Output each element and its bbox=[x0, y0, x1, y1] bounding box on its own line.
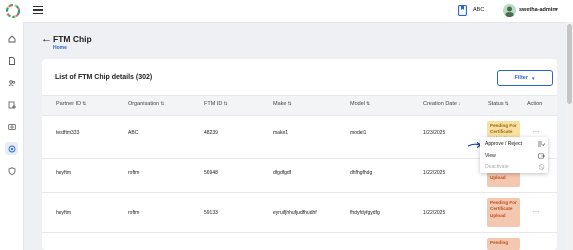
cell-organisation: ABC bbox=[128, 130, 139, 136]
row-divider bbox=[42, 232, 557, 233]
row-action-menu-button[interactable]: ... bbox=[533, 208, 540, 214]
cell-partner-id: testftm333 bbox=[56, 130, 80, 136]
top-bar: ABC swetha-admin ▼ bbox=[0, 0, 573, 23]
deactivate-icon[interactable] bbox=[538, 164, 545, 170]
column-header-organisation[interactable]: Organisation⇅ bbox=[128, 101, 164, 107]
user-menu-caret-icon[interactable]: ▼ bbox=[554, 7, 559, 13]
cell-organisation: roftm bbox=[128, 170, 140, 176]
sort-icon[interactable]: ⇅ bbox=[82, 101, 86, 107]
cell-make: eyruifjhhufjudfhudhf bbox=[273, 210, 317, 216]
sidebar bbox=[0, 22, 24, 250]
view-icon[interactable] bbox=[538, 153, 545, 159]
user-avatar[interactable] bbox=[503, 4, 516, 17]
page-title: FTM Chip bbox=[53, 34, 92, 44]
sidebar-item-ftm[interactable] bbox=[5, 142, 18, 155]
certificate-icon bbox=[8, 101, 16, 109]
table-header bbox=[42, 95, 557, 116]
cell-organisation: roftm bbox=[128, 210, 140, 216]
sidebar-item-devices[interactable] bbox=[5, 120, 18, 133]
hamburger-menu-icon[interactable] bbox=[33, 6, 43, 14]
cell-creation-date: 1/23/2025 bbox=[423, 130, 446, 136]
cell-ftm-id: 48239 bbox=[204, 130, 218, 136]
status-badge: Pending For Certificate Upload bbox=[487, 198, 520, 227]
document-icon bbox=[8, 56, 15, 65]
sidebar-item-users[interactable] bbox=[5, 76, 18, 89]
cell-ftm-id: 59133 bbox=[204, 210, 218, 216]
sidebar-item-policies[interactable] bbox=[5, 54, 18, 67]
organisation-name: ABC bbox=[473, 7, 485, 13]
users-icon bbox=[7, 79, 15, 86]
column-header-ftm-id[interactable]: FTM ID⇅ bbox=[204, 101, 228, 107]
column-header-action: Action bbox=[527, 101, 543, 107]
cell-model: fhdyfdyfgydfg bbox=[350, 210, 380, 216]
column-header-status[interactable]: Status⇅ bbox=[488, 101, 509, 107]
sort-icon[interactable]: ⇅ bbox=[287, 101, 291, 107]
sidebar-item-security[interactable] bbox=[5, 164, 18, 177]
cell-make: make1 bbox=[273, 130, 289, 136]
organisation-icon bbox=[458, 5, 467, 16]
username[interactable]: swetha-admin bbox=[519, 7, 556, 13]
filter-button[interactable]: Filter ▼ bbox=[497, 70, 553, 86]
sidebar-item-partners[interactable] bbox=[5, 98, 18, 111]
ftm-chip-icon bbox=[8, 145, 15, 152]
breadcrumb-home[interactable]: Home bbox=[53, 45, 67, 51]
menu-item-deactivate[interactable]: Deactivate bbox=[485, 164, 509, 170]
home-icon bbox=[8, 34, 15, 42]
cell-creation-date: 1/22/2025 bbox=[423, 210, 446, 216]
app-logo-icon[interactable] bbox=[6, 4, 20, 18]
page-scrollbar-thumb[interactable] bbox=[567, 24, 572, 104]
sort-down-icon[interactable]: ↓ bbox=[458, 101, 461, 107]
row-divider bbox=[42, 192, 557, 193]
sort-icon[interactable]: ⇅ bbox=[366, 101, 370, 107]
sidebar-item-home[interactable] bbox=[5, 32, 18, 45]
sort-icon[interactable]: ⇅ bbox=[223, 101, 227, 107]
cell-make: dfgdfgdf bbox=[273, 170, 292, 176]
cell-partner-id: heyftm bbox=[56, 210, 72, 216]
shield-icon bbox=[8, 166, 15, 175]
cell-model: model1 bbox=[350, 130, 367, 136]
cell-model: dhfhgfhdg bbox=[350, 170, 373, 176]
column-header-model[interactable]: Model⇅ bbox=[350, 101, 370, 107]
menu-item-approve-reject[interactable]: Approve / Reject bbox=[485, 141, 522, 147]
filter-caret-icon: ▼ bbox=[530, 75, 536, 81]
row-action-menu: Approve / Reject View Deactivate bbox=[480, 137, 548, 173]
card-title: List of FTM Chip details (302) bbox=[55, 74, 153, 81]
column-header-creation-date[interactable]: Creation Date↓ bbox=[423, 101, 460, 107]
cell-ftm-id: 56948 bbox=[204, 170, 218, 176]
column-header-partner-id[interactable]: Partner ID⇅ bbox=[56, 101, 86, 107]
approve-list-icon[interactable] bbox=[538, 141, 545, 147]
menu-item-view[interactable]: View bbox=[485, 153, 496, 159]
column-header-make[interactable]: Make⇅ bbox=[273, 101, 292, 107]
sort-icon[interactable]: ⇅ bbox=[505, 101, 509, 107]
cell-partner-id: heyftm bbox=[56, 170, 72, 176]
device-icon bbox=[7, 123, 16, 130]
row-action-menu-button[interactable]: ... bbox=[533, 128, 540, 134]
back-arrow-icon[interactable]: ← bbox=[41, 34, 52, 45]
filter-label: Filter bbox=[514, 75, 528, 81]
status-badge: Pending bbox=[487, 238, 520, 250]
cell-creation-date: 1/22/2025 bbox=[423, 170, 446, 176]
sort-icon[interactable]: ⇅ bbox=[160, 101, 164, 107]
